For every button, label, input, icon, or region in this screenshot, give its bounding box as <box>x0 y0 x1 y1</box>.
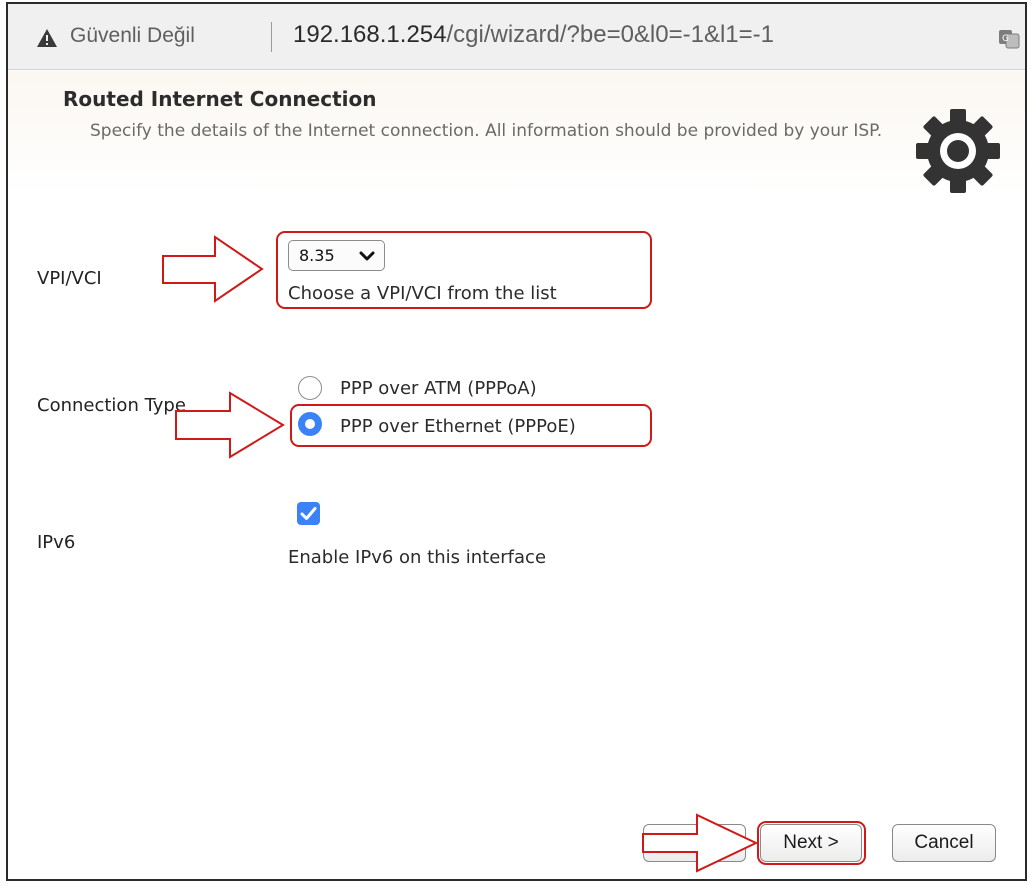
cancel-button[interactable]: Cancel <box>892 824 996 862</box>
security-label[interactable]: Güvenli Değil <box>70 24 195 48</box>
annotation-box-vpi-vci <box>276 231 652 309</box>
address-bar[interactable]: Güvenli Değil 192.168.1.254/cgi/wizard/?… <box>8 4 1025 70</box>
url-host: 192.168.1.254 <box>293 21 447 48</box>
ipv6-label: IPv6 <box>37 532 76 553</box>
radio-pppoa[interactable] <box>298 376 322 400</box>
annotation-box-next <box>757 821 866 865</box>
url-text[interactable]: 192.168.1.254/cgi/wizard/?be=0&l0=-1&l1=… <box>293 21 774 49</box>
ipv6-checkbox[interactable] <box>297 502 320 525</box>
page-description: Specify the details of the Internet conn… <box>90 121 883 141</box>
translate-icon[interactable]: G <box>998 29 1020 49</box>
annotation-box-pppoe <box>290 404 652 447</box>
back-button[interactable]: < Back <box>643 824 746 862</box>
vpi-vci-label: VPI/VCI <box>37 268 102 289</box>
warning-icon <box>37 29 57 47</box>
svg-text:G: G <box>1002 34 1009 44</box>
connection-type-label: Connection Type <box>37 395 186 416</box>
url-path: /cgi/wizard/?be=0&l0=-1&l1=-1 <box>446 21 775 48</box>
page-title: Routed Internet Connection <box>63 87 377 111</box>
separator <box>271 22 272 52</box>
wizard-header: Routed Internet Connection Specify the d… <box>8 71 1025 196</box>
checkmark-icon <box>300 507 317 520</box>
radio-pppoa-label[interactable]: PPP over ATM (PPPoA) <box>340 378 537 399</box>
gear-icon <box>916 109 1000 193</box>
ipv6-help: Enable IPv6 on this interface <box>288 547 547 568</box>
